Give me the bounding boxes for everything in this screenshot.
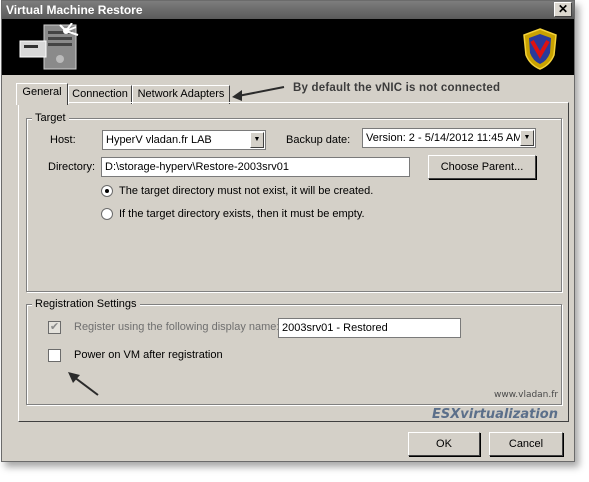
- chevron-down-icon[interactable]: ▼: [250, 132, 264, 148]
- power-on-checkbox[interactable]: [48, 349, 61, 362]
- directory-input[interactable]: D:\storage-hyperv\Restore-2003srv01: [101, 157, 410, 177]
- choose-parent-button[interactable]: Choose Parent...: [428, 155, 536, 179]
- window-title: Virtual Machine Restore: [6, 3, 143, 17]
- backup-date-label: Backup date:: [286, 134, 351, 146]
- host-select-value: HyperV vladan.fr LAB: [106, 134, 212, 146]
- header-banner: [2, 19, 574, 75]
- register-checkbox[interactable]: ✔: [48, 321, 61, 334]
- display-name-input[interactable]: 2003srv01 - Restored: [278, 318, 461, 338]
- backup-date-value: Version: 2 - 5/14/2012 11:45 AM: [366, 132, 523, 144]
- veeam-shield-logo-icon: [523, 28, 557, 70]
- watermark-site: www.vladan.fr: [494, 390, 559, 400]
- close-button[interactable]: ✕: [554, 2, 572, 17]
- backup-date-select[interactable]: Version: 2 - 5/14/2012 11:45 AM ▼: [362, 128, 536, 148]
- server-disk-icon: [19, 23, 79, 70]
- radio-must-be-empty[interactable]: [101, 208, 113, 220]
- tab-general-label: General: [22, 86, 62, 98]
- annotation-arrow-icon: [232, 86, 285, 101]
- annotation-text: By default the vNIC is not connected: [293, 82, 501, 94]
- title-bar: Virtual Machine Restore ✕: [2, 1, 574, 19]
- directory-label: Directory:: [48, 161, 96, 173]
- power-on-label: Power on VM after registration: [74, 349, 223, 361]
- cancel-button[interactable]: Cancel: [489, 432, 563, 456]
- radio-must-not-exist[interactable]: [101, 185, 113, 197]
- radio-must-be-empty-label: If the target directory exists, then it …: [119, 208, 365, 220]
- close-icon: ✕: [557, 2, 569, 16]
- restore-dialog: Virtual Machine Restore ✕ General Connec…: [1, 0, 575, 462]
- host-label: Host:: [50, 134, 76, 146]
- annotation-arrow-icon: [68, 372, 99, 396]
- radio-must-not-exist-label: The target directory must not exist, it …: [119, 185, 374, 197]
- chevron-down-icon[interactable]: ▼: [520, 130, 534, 146]
- tab-network-adapters-label: Network Adapters: [137, 88, 225, 100]
- registration-legend: Registration Settings: [32, 298, 140, 310]
- tab-connection-label: Connection: [72, 88, 128, 100]
- register-label: Register using the following display nam…: [74, 321, 280, 333]
- watermark-brand: ESXvirtualization: [432, 407, 558, 422]
- host-select[interactable]: HyperV vladan.fr LAB ▼: [102, 130, 266, 150]
- tab-general[interactable]: General: [16, 83, 68, 105]
- ok-button[interactable]: OK: [408, 432, 480, 456]
- target-legend: Target: [32, 112, 69, 124]
